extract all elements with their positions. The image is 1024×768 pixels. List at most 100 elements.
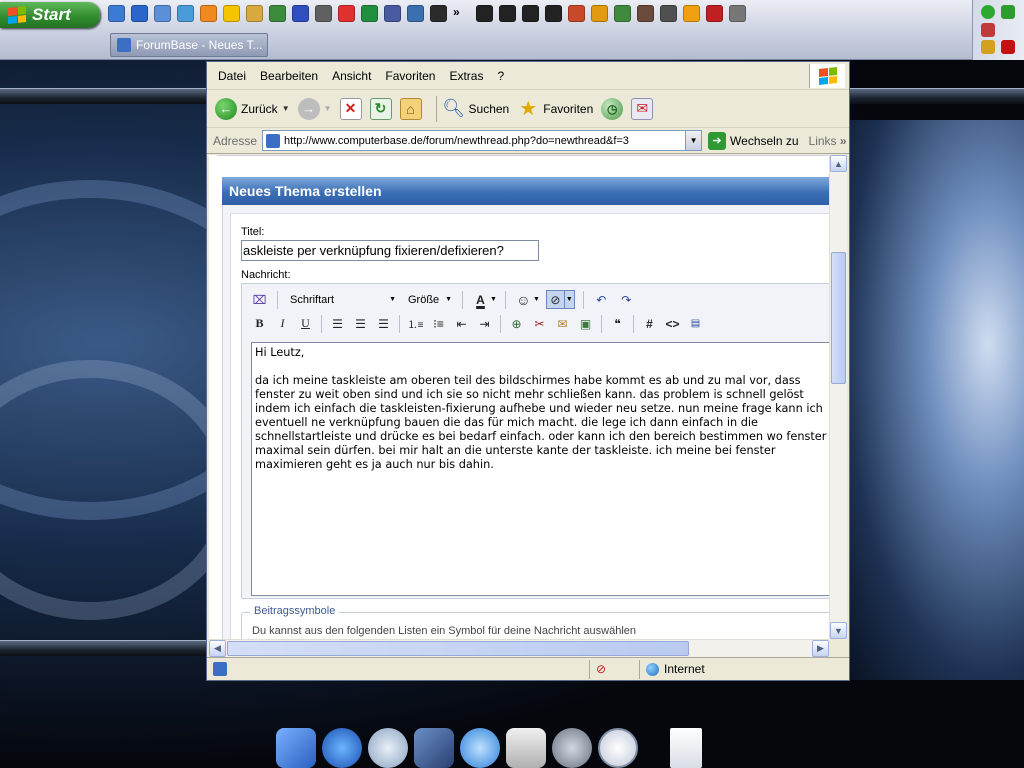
quicklaunch-app-icon[interactable] (407, 5, 424, 22)
address-input[interactable]: http://www.computerbase.de/forum/newthre… (262, 130, 703, 151)
quicklaunch-app-icon[interactable] (683, 5, 700, 22)
insert-image-icon[interactable]: ▣ (576, 314, 595, 333)
tray-check-icon[interactable] (981, 5, 995, 19)
quicklaunch-app-icon[interactable] (223, 5, 240, 22)
quicktime-icon[interactable] (460, 728, 500, 768)
quicklaunch-skype-icon[interactable] (338, 5, 355, 22)
menu-extras[interactable]: Extras (442, 69, 490, 83)
horizontal-scrollbar[interactable]: ◀ ▶ (209, 639, 829, 657)
back-button[interactable]: ← Zurück ▼ (215, 97, 290, 120)
insert-link-icon[interactable]: ⊕ (507, 314, 526, 333)
quicklaunch-app-icon[interactable] (108, 5, 125, 22)
insert-email-icon[interactable]: ✉ (553, 314, 572, 333)
quicklaunch-app-icon[interactable] (706, 5, 723, 22)
search-button[interactable]: 🔍︎ Suchen (442, 98, 509, 120)
undo-icon[interactable]: ↶ (592, 290, 611, 309)
chevron-down-icon[interactable]: ▼ (490, 296, 497, 303)
menu-help[interactable]: ? (490, 69, 511, 83)
links-toolbar[interactable]: Links » (809, 134, 847, 148)
address-dropdown-icon[interactable]: ▼ (685, 131, 702, 150)
size-select[interactable]: Größe ▼ (404, 290, 454, 309)
menu-bearbeiten[interactable]: Bearbeiten (253, 69, 325, 83)
finder-icon[interactable] (276, 728, 316, 768)
quicklaunch-app-icon[interactable] (637, 5, 654, 22)
align-center-icon[interactable]: ☰ (351, 314, 370, 333)
tray-app-icon[interactable] (981, 40, 995, 54)
smiley-icon[interactable]: ☺ (514, 290, 533, 309)
chevron-more-icon[interactable]: » (453, 5, 470, 22)
magnifier-dock-icon[interactable] (552, 728, 592, 768)
quicklaunch-app-icon[interactable] (568, 5, 585, 22)
font-select[interactable]: Schriftart ▼ (286, 290, 398, 309)
quicklaunch-app-icon[interactable] (315, 5, 332, 22)
outdent-icon[interactable]: ⇤ (452, 314, 471, 333)
vertical-scroll-thumb[interactable] (831, 252, 846, 384)
menu-ansicht[interactable]: Ansicht (325, 69, 378, 83)
start-button[interactable]: Start (0, 2, 100, 28)
align-left-icon[interactable]: ☰ (328, 314, 347, 333)
quicklaunch-app-icon[interactable] (591, 5, 608, 22)
quicklaunch-app-icon[interactable] (246, 5, 263, 22)
quicklaunch-app-icon[interactable] (384, 5, 401, 22)
ie-document-icon[interactable] (670, 728, 702, 768)
bold-icon[interactable]: B (250, 314, 269, 333)
scroll-left-icon[interactable]: ◀ (209, 640, 226, 657)
tray-clover-icon[interactable] (1001, 5, 1015, 19)
text-color-icon[interactable]: A (471, 290, 490, 309)
apple-icon[interactable] (506, 728, 546, 768)
quicklaunch-ie-icon[interactable] (131, 5, 148, 22)
horizontal-scroll-thumb[interactable] (227, 641, 689, 656)
home-button[interactable]: ⌂ (399, 97, 422, 120)
scroll-down-icon[interactable]: ▼ (830, 622, 847, 639)
quicklaunch-app-icon[interactable] (614, 5, 631, 22)
mail-button[interactable]: ✉ (631, 97, 654, 120)
title-input[interactable]: askleiste per verknüpfung fixieren/defix… (241, 240, 539, 261)
taskbar-window-button[interactable]: ForumBase - Neues T... (110, 33, 268, 57)
back-dropdown-icon[interactable]: ▼ (282, 104, 290, 113)
quicklaunch-app-icon[interactable] (729, 5, 746, 22)
quicklaunch-app-icon[interactable] (499, 5, 516, 22)
tray-app-icon[interactable] (981, 23, 995, 37)
clock-icon[interactable] (598, 728, 638, 768)
code-icon[interactable]: <> (663, 314, 682, 333)
chevron-down-icon[interactable]: ▼ (533, 296, 540, 303)
scroll-up-icon[interactable]: ▲ (830, 155, 847, 172)
remove-link-icon[interactable]: ✂ (530, 314, 549, 333)
history-button[interactable]: ◷ (601, 97, 624, 120)
quicklaunch-app-icon[interactable] (269, 5, 286, 22)
indent-icon[interactable]: ⇥ (475, 314, 494, 333)
quote-icon[interactable]: ❝ (608, 314, 627, 333)
remove-format-icon[interactable]: ⌧ (250, 290, 269, 309)
menu-favoriten[interactable]: Favoriten (378, 69, 442, 83)
quicklaunch-app-icon[interactable] (476, 5, 493, 22)
popup-blocker-cell[interactable]: ⊘ (589, 659, 639, 679)
scroll-right-icon[interactable]: ▶ (812, 640, 829, 657)
quicklaunch-app-icon[interactable] (545, 5, 562, 22)
quicklaunch-app-icon[interactable] (154, 5, 171, 22)
quicklaunch-vlc-icon[interactable] (200, 5, 217, 22)
attachment-icon[interactable]: ⊘ (545, 290, 565, 309)
quicklaunch-app-icon[interactable] (361, 5, 378, 22)
go-button[interactable]: ➔ Wechseln zu (708, 131, 799, 150)
php-icon[interactable]: ▤ (686, 314, 705, 333)
align-right-icon[interactable]: ☰ (374, 314, 393, 333)
quicklaunch-app-icon[interactable] (660, 5, 677, 22)
quicklaunch-app-icon[interactable] (292, 5, 309, 22)
ie-icon[interactable] (322, 728, 362, 768)
itunes-icon[interactable] (368, 728, 408, 768)
vertical-scrollbar[interactable]: ▲ ▼ (829, 155, 847, 639)
ordered-list-icon[interactable]: ⒈≡ (406, 314, 425, 333)
forward-button[interactable]: → ▼ (297, 97, 332, 120)
forward-dropdown-icon[interactable]: ▼ (324, 104, 332, 113)
underline-icon[interactable]: U (296, 314, 315, 333)
refresh-button[interactable]: ↻ (369, 97, 392, 120)
quicklaunch-app-icon[interactable] (522, 5, 539, 22)
favorites-button[interactable]: ★ Favoriten (517, 98, 593, 120)
tray-app-icon[interactable] (1001, 40, 1015, 54)
menu-datei[interactable]: Datei (211, 69, 253, 83)
chevron-down-icon[interactable]: ▼ (563, 290, 575, 309)
stop-button[interactable]: ✕ (339, 97, 362, 120)
italic-icon[interactable]: I (273, 314, 292, 333)
hash-icon[interactable]: # (640, 314, 659, 333)
redo-icon[interactable]: ↷ (617, 290, 636, 309)
